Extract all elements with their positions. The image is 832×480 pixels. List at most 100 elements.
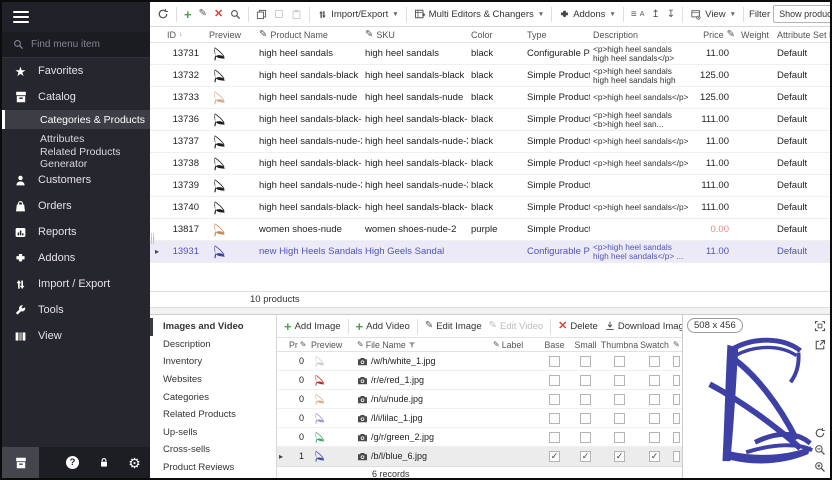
col-color[interactable]: Color	[468, 30, 524, 40]
checkbox[interactable]	[673, 451, 680, 462]
checkbox[interactable]	[614, 356, 625, 367]
product-row[interactable]: 13731 high heel sandalshigh heel sandals…	[150, 43, 830, 65]
checkbox[interactable]	[673, 394, 680, 405]
sidebar-item-related-products-generator[interactable]: Related Products Generator	[2, 148, 150, 167]
cell-priority[interactable]: 0	[287, 413, 309, 423]
download-image-button[interactable]: Download Image	[603, 320, 682, 333]
view-menu[interactable]: View▼	[688, 8, 738, 21]
multi-editors-menu[interactable]: Multi Editors & Changers▼	[412, 7, 547, 21]
splitter-handle[interactable]: ⠿⠿	[150, 235, 155, 245]
row-selector[interactable]: ▸	[150, 247, 164, 256]
checkbox[interactable]	[649, 356, 660, 367]
checkbox[interactable]	[549, 394, 560, 405]
sidebar-item-import-export[interactable]: Import / Export	[2, 271, 150, 297]
paste-button[interactable]	[289, 8, 304, 21]
cell-sku[interactable]: high heel sandals	[362, 48, 468, 59]
product-row[interactable]: 13732 high heel sandals-blackhigh heel s…	[150, 65, 830, 87]
col-swatch[interactable]: Swatch	[638, 340, 671, 350]
sidebar-item-tools[interactable]: Tools	[2, 297, 150, 323]
checkbox[interactable]: ✓	[580, 451, 591, 462]
col-weight[interactable]: Weight	[738, 30, 774, 40]
checkbox[interactable]	[614, 394, 625, 405]
detail-tab-websites[interactable]: Websites	[150, 371, 276, 389]
sidebar-item-categories-products[interactable]: Categories & Products	[2, 110, 150, 129]
import-export-menu[interactable]: Import/Export▼	[315, 8, 400, 21]
checkbox[interactable]: ✓	[649, 451, 660, 462]
image-row[interactable]: 0 /w/h/white_1.jpg	[277, 352, 682, 371]
product-row[interactable]: ▸13931 new High Heels SandalsHigh Geels …	[150, 241, 830, 263]
addons-menu[interactable]: Addons▼	[557, 8, 618, 21]
cell-sku[interactable]: high heel sandals-black-37	[362, 158, 468, 169]
detail-tab-up-sells[interactable]: Up-sells	[150, 424, 276, 442]
sort-az-button[interactable]: ≡A	[629, 8, 647, 21]
cell-sku[interactable]: High Geels Sandal	[362, 246, 468, 257]
cell-file-name[interactable]: /w/h/white_1.jpg	[355, 356, 491, 366]
sidebar-item-orders[interactable]: Orders	[2, 193, 150, 219]
horizontal-splitter[interactable]	[150, 307, 830, 314]
checkbox[interactable]	[614, 375, 625, 386]
checkbox[interactable]	[614, 432, 625, 443]
detail-tab-cross-sells[interactable]: Cross-sells	[150, 441, 276, 459]
cell-priority[interactable]: 0	[287, 432, 309, 442]
lock-button[interactable]	[88, 456, 119, 469]
cell-file-name[interactable]: /b/l/blue_6.jpg	[355, 451, 491, 461]
sidebar-item-reports[interactable]: Reports	[2, 219, 150, 245]
checkbox[interactable]	[580, 413, 591, 424]
settings-button[interactable]: ⚙	[119, 456, 150, 470]
product-row[interactable]: 13733 high heel sandals-nudehigh heel sa…	[150, 87, 830, 109]
cell-priority[interactable]: 0	[287, 356, 309, 366]
cell-sku[interactable]: high heel sandals-black-36	[362, 114, 468, 125]
detail-tab-related-products[interactable]: Related Products	[150, 406, 276, 424]
cell-sku[interactable]: high heel sandals-nude	[362, 92, 468, 103]
edit-image-button[interactable]: ✎Edit Image	[423, 320, 484, 333]
checkbox[interactable]	[580, 375, 591, 386]
expand-tree-button[interactable]: ↥	[649, 8, 661, 21]
cell-file-name[interactable]: /n/u/nude.jpg	[355, 394, 491, 404]
cell-price[interactable]: 125.00	[692, 70, 738, 81]
cell-price[interactable]: 11.00	[692, 48, 738, 59]
collapse-tree-button[interactable]: ↧	[665, 8, 677, 21]
add-image-button[interactable]: +Add Image	[282, 319, 343, 334]
product-row[interactable]: 13817 women shoes-nudewomen shoes-nude-2…	[150, 219, 830, 241]
checkbox[interactable]	[549, 356, 560, 367]
sidebar-item-view[interactable]: View	[2, 323, 150, 349]
cell-price[interactable]: 11.00	[692, 136, 738, 147]
filter-select[interactable]: Show products from selected categories ▼	[773, 5, 830, 23]
col-small[interactable]: Small	[570, 340, 601, 350]
detail-tab-images-and-video[interactable]: Images and Video	[150, 318, 276, 336]
image-row[interactable]: 0 /g/r/green_2.jpg	[277, 428, 682, 447]
image-row[interactable]: 0 /n/u/nude.jpg	[277, 390, 682, 409]
image-row[interactable]: 0 /r/e/red_1.jpg	[277, 371, 682, 390]
cell-sku[interactable]: high heel sandals-nude-37	[362, 180, 468, 191]
open-external-icon[interactable]	[814, 339, 826, 351]
cell-product-name[interactable]: high heel sandals-nude-37	[256, 180, 362, 191]
checkbox[interactable]	[549, 413, 560, 424]
product-row[interactable]: 13737 high heel sandals-nude-36high heel…	[150, 131, 830, 153]
checkbox[interactable]	[649, 413, 660, 424]
cell-price[interactable]: 111.00	[692, 202, 738, 213]
cell-product-name[interactable]: high heel sandals	[256, 48, 362, 59]
cell-sku[interactable]: high heel sandals-black-38	[362, 202, 468, 213]
cell-product-name[interactable]: high heel sandals-black	[256, 70, 362, 81]
checkbox[interactable]	[673, 432, 680, 443]
cell-price[interactable]: 0.00	[692, 224, 738, 235]
cell-priority[interactable]: 1	[287, 451, 309, 461]
col-description[interactable]: Description	[590, 30, 692, 40]
cell-price[interactable]: 111.00	[692, 180, 738, 191]
cut-button[interactable]	[272, 8, 286, 20]
cell-price[interactable]: 11.00	[692, 246, 738, 257]
col-base[interactable]: Base	[539, 340, 570, 350]
search-button[interactable]	[228, 8, 243, 21]
col-id[interactable]: ID↓	[164, 30, 206, 40]
checkbox[interactable]	[580, 394, 591, 405]
detail-tab-description[interactable]: Description	[150, 336, 276, 354]
cell-file-name[interactable]: /l/i/lilac_1.jpg	[355, 413, 491, 423]
checkbox[interactable]	[580, 432, 591, 443]
image-row[interactable]: 0 /l/i/lilac_1.jpg	[277, 409, 682, 428]
zoom-out-icon[interactable]	[814, 444, 826, 456]
edit-product-button[interactable]: ✎	[197, 8, 209, 20]
detail-tab-inventory[interactable]: Inventory	[150, 353, 276, 371]
help-button[interactable]: ?	[57, 456, 88, 469]
delete-image-button[interactable]: ✕Delete	[556, 320, 600, 333]
checkbox[interactable]	[549, 375, 560, 386]
